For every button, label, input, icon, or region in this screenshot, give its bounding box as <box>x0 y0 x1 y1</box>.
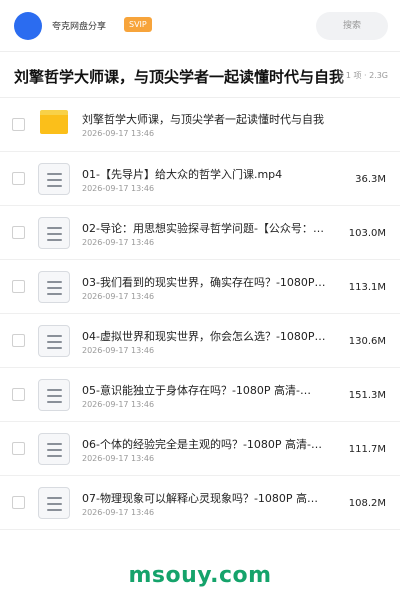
file-name: 07-物理现象可以解释心灵现象吗？-1080P 高… <box>82 492 319 505</box>
row-checkbox[interactable] <box>12 280 25 293</box>
file-size: 111.7M <box>348 444 386 455</box>
file-size: 36.3M <box>355 174 386 185</box>
file-row[interactable]: 06-个体的经验完全是主观的吗？-1080P 高清-… 2026-09-17 1… <box>0 422 400 476</box>
file-row[interactable]: 01-【先导片】给大众的哲学入门课.mp4 2026-09-17 13:46 3… <box>0 152 400 206</box>
file-row[interactable]: 05-意识能独立于身体存在吗？-1080P 高清-… 2026-09-17 13… <box>0 368 400 422</box>
file-date: 2026-09-17 13:46 <box>82 400 155 409</box>
document-icon <box>38 217 70 249</box>
file-date: 2026-09-17 13:46 <box>82 346 155 355</box>
file-row[interactable]: 02-导论：用思想实验探寻哲学问题-【公众号：秘知… 2026-09-17 13… <box>0 206 400 260</box>
document-icon <box>38 379 70 411</box>
file-list: 刘擎哲学大师课，与顶尖学者一起读懂时代与自我 2026-09-17 13:46 … <box>0 98 400 530</box>
search-input[interactable]: 搜索 <box>316 12 388 40</box>
file-name: 06-个体的经验完全是主观的吗？-1080P 高清-… <box>82 438 323 451</box>
item-count-size: 1 项 · 2.3G <box>345 71 388 80</box>
watermark: msouy.com <box>128 563 272 588</box>
avatar[interactable] <box>14 12 42 40</box>
file-size: 130.6M <box>348 336 386 347</box>
row-checkbox[interactable] <box>12 334 25 347</box>
file-date: 2026-09-17 13:46 <box>82 454 155 463</box>
file-name: 02-导论：用思想实验探寻哲学问题-【公众号：秘知… <box>82 222 328 235</box>
file-name: 01-【先导片】给大众的哲学入门课.mp4 <box>82 168 283 181</box>
file-date: 2026-09-17 13:46 <box>82 508 155 517</box>
share-owner-name: 夸克网盘分享 <box>52 22 107 32</box>
file-date: 2026-09-17 13:46 <box>82 238 155 247</box>
file-size: 103.0M <box>348 228 386 239</box>
file-date: 2026-09-17 13:46 <box>82 292 155 301</box>
row-checkbox[interactable] <box>12 118 25 131</box>
file-row[interactable]: 07-物理现象可以解释心灵现象吗？-1080P 高… 2026-09-17 13… <box>0 476 400 530</box>
row-checkbox[interactable] <box>12 442 25 455</box>
file-date: 2026-09-17 13:46 <box>82 184 155 193</box>
share-header: 夸克网盘分享 SVIP 搜索 <box>0 0 400 52</box>
document-icon <box>38 487 70 519</box>
file-name: 05-意识能独立于身体存在吗？-1080P 高清-… <box>82 384 312 397</box>
svip-badge: SVIP <box>124 17 152 32</box>
file-name: 04-虚拟世界和现实世界，你会怎么选？-1080P… <box>82 330 326 343</box>
row-checkbox[interactable] <box>12 388 25 401</box>
file-size: 151.3M <box>348 390 386 401</box>
document-icon <box>38 433 70 465</box>
row-checkbox[interactable] <box>12 496 25 509</box>
document-icon <box>38 271 70 303</box>
file-row[interactable]: 03-我们看到的现实世界，确实存在吗？-1080P… 2026-09-17 13… <box>0 260 400 314</box>
folder-date: 2026-09-17 13:46 <box>82 129 155 138</box>
row-checkbox[interactable] <box>12 172 25 185</box>
folder-icon <box>40 110 68 134</box>
file-name: 03-我们看到的现实世界，确实存在吗？-1080P… <box>82 276 326 289</box>
folder-row[interactable]: 刘擎哲学大师课，与顶尖学者一起读懂时代与自我 2026-09-17 13:46 <box>0 98 400 152</box>
file-size: 108.2M <box>348 498 386 509</box>
file-size: 113.1M <box>348 282 386 293</box>
file-row[interactable]: 04-虚拟世界和现实世界，你会怎么选？-1080P… 2026-09-17 13… <box>0 314 400 368</box>
title-bar: 刘擎哲学大师课，与顶尖学者一起读懂时代与自我 1 项 · 2.3G <box>0 52 400 98</box>
page-title: 刘擎哲学大师课，与顶尖学者一起读懂时代与自我 <box>14 68 345 86</box>
row-checkbox[interactable] <box>12 226 25 239</box>
folder-name: 刘擎哲学大师课，与顶尖学者一起读懂时代与自我 <box>82 113 324 126</box>
document-icon <box>38 163 70 195</box>
document-icon <box>38 325 70 357</box>
